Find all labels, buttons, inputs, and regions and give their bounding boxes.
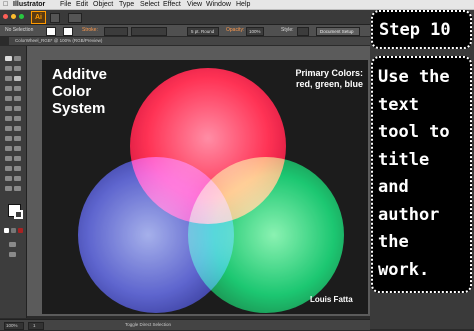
variable-width-dropdown[interactable] [131,27,167,36]
menu-effect[interactable]: Effect [163,0,181,9]
menu-edit[interactable]: Edit [76,0,88,9]
rectangle-tool-icon[interactable] [14,86,21,91]
apple-icon[interactable]:  [3,0,8,9]
document-tab[interactable]: ColorWheel_RGB* @ 100% (RGB/Preview) [9,37,370,45]
tools-panel [0,46,27,318]
menu-select[interactable]: Select [140,0,159,9]
artwork-subtitle[interactable]: Primary Colors: red, green, blue [295,68,363,90]
selection-tool-icon[interactable] [5,56,12,61]
type-tool-icon[interactable] [14,76,21,81]
step-label: Step 10 [379,20,451,40]
menu-type[interactable]: Type [119,0,134,9]
instruction-line: the [378,232,409,252]
screen-mode-icon[interactable] [9,252,16,257]
menu-window[interactable]: Window [206,0,231,9]
symbol-sprayer-tool-icon[interactable] [5,166,12,171]
application-bar: Ai [0,10,370,25]
mesh-tool-icon[interactable] [5,146,12,151]
menu-file[interactable]: File [60,0,71,9]
brush-dropdown[interactable]: 5 pt. Round [187,27,219,36]
style-label: Style: [281,27,294,33]
menu-bar:  Illustrator File Edit Object Type Sele… [0,0,474,10]
eyedropper-tool-icon[interactable] [5,156,12,161]
artboard-tool-icon[interactable] [5,176,12,181]
menu-help[interactable]: Help [236,0,250,9]
menu-view[interactable]: View [187,0,202,9]
brush-value: 5 pt. Round [191,29,215,34]
magic-wand-tool-icon[interactable] [5,66,12,71]
stroke-weight-field[interactable] [104,27,128,36]
instruction-line: work. [378,259,430,280]
instruction-line: text [378,94,419,115]
paintbrush-tool-icon[interactable] [5,96,12,101]
rotate-tool-icon[interactable] [5,116,12,121]
gradient-mode-icon[interactable] [11,228,16,233]
green-circle[interactable] [188,157,344,313]
artboard-number: 1 [33,323,36,328]
artwork-subtitle-line-2: red, green, blue [295,79,363,89]
opacity-value: 100% [249,29,261,34]
document-setup-button[interactable]: Document Setup [316,27,360,36]
gradient-tool-icon[interactable] [14,146,21,151]
artwork-title-line-2: Color [52,83,92,100]
instruction-line: title [378,149,430,170]
scale-tool-icon[interactable] [14,116,21,121]
zoom-level-value: 100% [6,323,18,328]
eraser-tool-icon[interactable] [14,106,21,111]
minimize-window-button[interactable] [11,14,16,19]
menu-object[interactable]: Object [93,0,113,9]
artwork-title-line-1: Additve [52,66,108,83]
zoom-tool-icon[interactable] [14,186,21,191]
color-mode-icon[interactable] [4,228,9,233]
free-transform-tool-icon[interactable] [14,126,21,131]
hand-tool-icon[interactable] [5,186,12,191]
selection-status: No Selection [5,27,34,33]
opacity-label[interactable]: Opacity: [226,25,244,36]
arrange-documents-button[interactable] [68,13,82,23]
fill-swatch[interactable] [46,27,56,36]
menu-app-name[interactable]: Illustrator [13,0,45,9]
drawing-mode-icon[interactable] [9,242,16,247]
instruction-line: Use the [378,67,450,87]
blob-brush-tool-icon[interactable] [5,106,12,111]
width-tool-icon[interactable] [5,126,12,131]
instruction-line: and [378,177,409,197]
shape-builder-tool-icon[interactable] [5,136,12,141]
status-bar: 100% 1 Toggle Direct Selection [0,319,370,330]
artwork-subtitle-line-1: Primary Colors: [295,68,363,78]
stroke-swatch[interactable] [63,27,73,36]
graphic-style-dropdown[interactable] [297,27,309,36]
none-mode-icon[interactable] [18,228,23,233]
perspective-grid-tool-icon[interactable] [14,136,21,141]
close-window-button[interactable] [3,14,8,19]
document-tab-title: ColorWheel_RGB* @ 100% (RGB/Preview) [15,38,103,43]
instruction-line: author [378,204,440,225]
lasso-tool-icon[interactable] [14,66,21,71]
instruction-text: Use the text tool to title and author th… [378,64,450,284]
step-label-box: Step 10 [371,10,472,49]
pencil-tool-icon[interactable] [14,96,21,101]
document-setup-label: Document Setup [320,29,354,34]
bridge-button[interactable] [50,13,60,23]
artwork-title[interactable]: Additve Color System [52,66,107,117]
opacity-field[interactable]: 100% [246,27,264,36]
artwork-title-line-3: System [52,100,106,117]
pen-tool-icon[interactable] [5,76,12,81]
zoom-window-button[interactable] [19,14,24,19]
artboard[interactable]: Additve Color System Primary Colors: red… [42,60,368,314]
direct-selection-tool-icon[interactable] [14,56,21,61]
stroke-color-swatch[interactable] [14,210,23,219]
line-tool-icon[interactable] [5,86,12,91]
control-bar: No Selection Stroke: 5 pt. Round Opacity… [0,25,370,37]
artwork-author[interactable]: Louis Fatta [310,295,353,304]
slice-tool-icon[interactable] [14,176,21,181]
column-graph-tool-icon[interactable] [14,166,21,171]
instruction-box: Use the text tool to title and author th… [371,56,472,293]
blend-tool-icon[interactable] [14,156,21,161]
stroke-label[interactable]: Stroke: [82,25,98,36]
instruction-line: tool to [378,122,450,142]
illustrator-logo: Ai [31,11,46,24]
